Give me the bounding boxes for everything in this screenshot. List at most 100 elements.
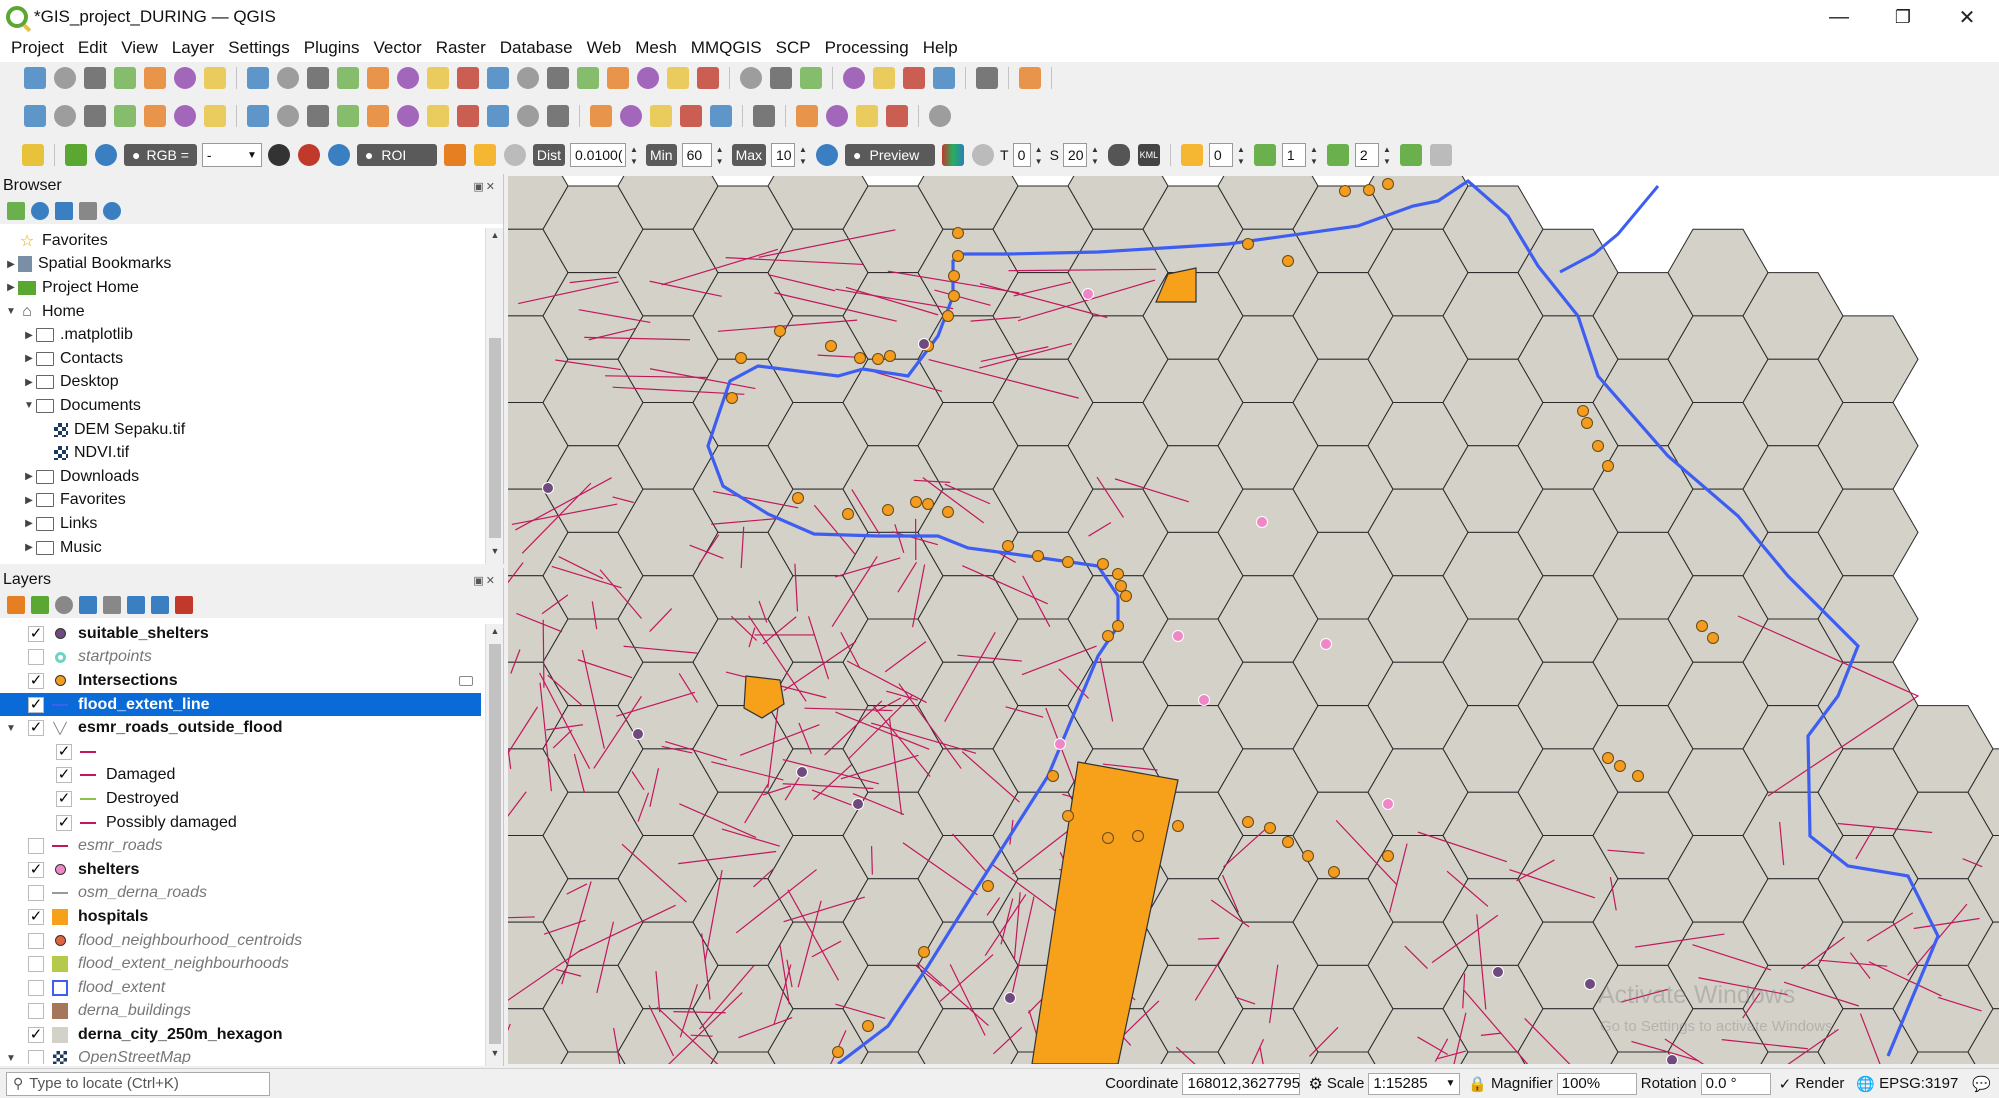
s-spinner[interactable]: ▲ ▼	[1089, 143, 1101, 167]
t-spinner[interactable]: ▲ ▼	[1033, 143, 1045, 167]
browser-item[interactable]: ▶ Links	[0, 512, 503, 536]
manage-map-themes-icon[interactable]	[55, 596, 73, 614]
vertex-tool-icon[interactable]	[367, 105, 389, 127]
collapse-all-icon[interactable]	[79, 202, 97, 220]
expand-arrow-icon[interactable]: ▶	[22, 330, 36, 341]
panel-dock-controls-icon[interactable]: ▣✕	[473, 574, 497, 587]
browser-item[interactable]: ▼ ⌂ Home	[0, 300, 503, 324]
layer-item[interactable]: ✓ hospitals	[0, 905, 481, 929]
layer-item[interactable]: ✓ derna_city_250m_hexagon	[0, 1023, 481, 1047]
new-virtual-icon[interactable]	[144, 105, 166, 127]
menu-mmqgis[interactable]: MMQGIS	[684, 38, 769, 58]
band-next-icon-2[interactable]	[1326, 144, 1349, 166]
preview-button[interactable]: ● Preview	[845, 144, 936, 166]
paste-icon[interactable]	[487, 105, 509, 127]
menu-edit[interactable]: Edit	[71, 38, 114, 58]
digitize-icon[interactable]	[84, 105, 106, 127]
new-bookmark-icon[interactable]	[607, 67, 629, 89]
attribute-table-icon[interactable]	[873, 67, 895, 89]
layer-visibility-checkbox[interactable]: ✓	[28, 1026, 44, 1043]
layer-item[interactable]: ✓	[0, 740, 481, 764]
min-input[interactable]: 60	[681, 143, 712, 167]
collapse-arrow-icon[interactable]: ▼	[4, 1053, 18, 1064]
label-pin-icon[interactable]	[620, 105, 642, 127]
menu-mesh[interactable]: Mesh	[628, 38, 684, 58]
menu-help[interactable]: Help	[916, 38, 965, 58]
band-grid-icon[interactable]	[1429, 144, 1452, 166]
refresh-icon[interactable]	[31, 202, 49, 220]
label-change-icon[interactable]	[710, 105, 732, 127]
redo-icon[interactable]	[547, 105, 569, 127]
band-next-icon-3[interactable]	[1399, 144, 1422, 166]
pan-map-icon[interactable]	[247, 67, 269, 89]
label-rotate-icon[interactable]	[680, 105, 702, 127]
open-layer-styling-icon[interactable]	[7, 596, 25, 614]
open-project-icon[interactable]	[54, 67, 76, 89]
layer-visibility-checkbox[interactable]	[28, 885, 44, 902]
layer-visibility-checkbox[interactable]: ✓	[56, 767, 72, 784]
zoom-input-icon[interactable]	[95, 144, 117, 166]
zoom-preview-icon[interactable]	[816, 144, 839, 166]
browser-item[interactable]: ▶ Favorites	[0, 489, 503, 513]
classification-preview-icon[interactable]	[942, 144, 965, 166]
layer-item[interactable]: flood_neighbourhood_centroids	[0, 929, 481, 953]
toolbox-icon[interactable]	[903, 67, 925, 89]
zoom-roi-icon[interactable]	[327, 144, 350, 166]
t-input[interactable]: 0	[1012, 143, 1031, 167]
zoom-layer-icon[interactable]	[427, 67, 449, 89]
layer-item[interactable]: flood_extent	[0, 976, 481, 1000]
layer-item[interactable]: ✓ suitable_shelters	[0, 622, 481, 646]
identify-icon[interactable]	[843, 67, 865, 89]
label-move-icon[interactable]	[650, 105, 672, 127]
remove-layer-icon[interactable]	[175, 596, 193, 614]
zoom-selection-icon[interactable]	[397, 67, 419, 89]
scroll-down-icon[interactable]: ▼	[486, 1048, 504, 1064]
select-features-icon[interactable]	[740, 67, 762, 89]
add-layer-icon[interactable]	[114, 105, 136, 127]
band-spinner-2[interactable]: ▲ ▼	[1308, 143, 1320, 167]
menu-scp[interactable]: SCP	[769, 38, 818, 58]
layer-visibility-checkbox[interactable]	[28, 932, 44, 949]
collapse-arrow-icon[interactable]: ▼	[4, 723, 18, 734]
layer-visibility-checkbox[interactable]: ✓	[28, 908, 44, 925]
current-edits-icon[interactable]	[247, 105, 269, 127]
add-selected-layers-icon[interactable]	[7, 202, 25, 220]
layer-visibility-checkbox[interactable]: ✓	[28, 861, 44, 878]
copy-icon[interactable]	[457, 105, 479, 127]
menu-raster[interactable]: Raster	[429, 38, 493, 58]
new-map-view-icon[interactable]	[547, 67, 569, 89]
new-spatialite-icon[interactable]	[204, 105, 226, 127]
layer-item[interactable]: esmr_roads	[0, 834, 481, 858]
magnifier-field[interactable]: 100%	[1556, 1072, 1637, 1095]
layers-scrollbar[interactable]: ▲ ▼	[485, 624, 503, 1066]
label-toolbar-icon[interactable]	[590, 105, 612, 127]
layer-visibility-checkbox[interactable]	[28, 649, 44, 666]
close-button[interactable]: ✕	[1935, 0, 1999, 34]
scroll-up-icon[interactable]: ▲	[486, 626, 504, 642]
band-set-icon[interactable]	[1180, 144, 1203, 166]
local-cumulative-stretch-icon[interactable]	[267, 144, 290, 166]
zoom-full-icon[interactable]	[367, 67, 389, 89]
redo-roi-icon[interactable]	[503, 144, 526, 166]
filter-expression-icon[interactable]	[103, 596, 121, 614]
scroll-thumb[interactable]	[489, 338, 501, 538]
expand-arrow-icon[interactable]: ▶	[22, 495, 36, 506]
coordinate-field[interactable]: 168012,3627795	[1182, 1072, 1301, 1095]
filter-legend-icon[interactable]	[79, 596, 97, 614]
style-manager-icon[interactable]	[204, 67, 226, 89]
python-console-icon[interactable]	[796, 105, 818, 127]
browser-item[interactable]: ▶ Spatial Bookmarks	[0, 253, 503, 277]
min-spinner[interactable]: ▲ ▼	[714, 143, 726, 167]
data-source-manager-icon[interactable]	[24, 105, 46, 127]
expand-arrow-icon[interactable]: ▶	[4, 259, 18, 270]
layer-visibility-checkbox[interactable]	[28, 1050, 44, 1064]
layer-item[interactable]: ✓ Possibly damaged	[0, 811, 481, 835]
layer-visibility-checkbox[interactable]	[28, 838, 44, 855]
layer-visibility-checkbox[interactable]	[28, 1003, 44, 1020]
layer-item[interactable]: ✓ shelters	[0, 858, 481, 882]
processing-history-icon[interactable]	[856, 105, 878, 127]
panel-dock-controls-icon[interactable]: ▣✕	[473, 180, 497, 193]
roi-pointer-icon[interactable]	[443, 144, 466, 166]
show-bookmarks-icon[interactable]	[637, 67, 659, 89]
new-3d-view-icon[interactable]	[577, 67, 599, 89]
